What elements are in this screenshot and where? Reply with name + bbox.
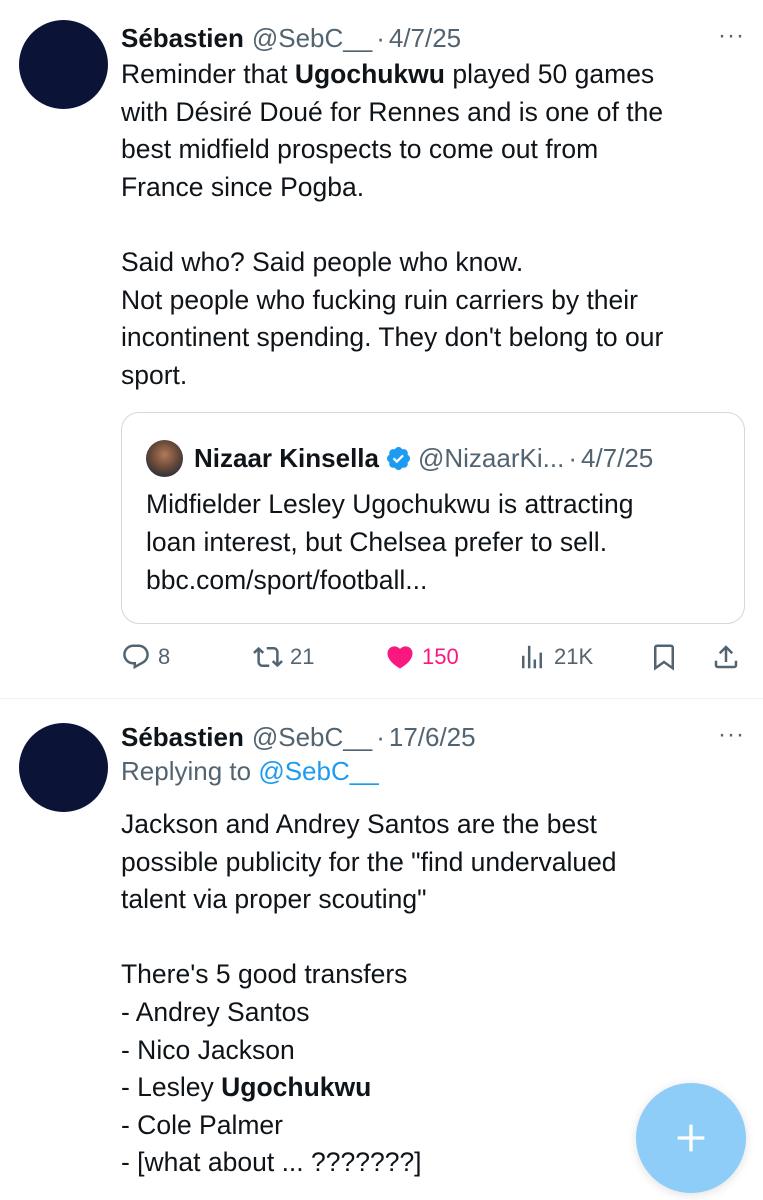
tweet-text-line (121, 919, 746, 957)
separator-dot: · (376, 721, 385, 752)
text-fragment: Reminder that (121, 59, 295, 89)
tweet-text-line: Jackson and Andrey Santos are the best (121, 809, 597, 839)
replying-prefix: Replying to (121, 756, 259, 786)
share-button[interactable] (711, 636, 741, 678)
retweet-count: 21 (290, 644, 315, 669)
heart-icon (387, 646, 413, 669)
tweet-text-line: - Andrey Santos (121, 996, 310, 1027)
tweet-actions: 8 21 150 21K (121, 636, 743, 678)
author-handle[interactable]: @SebC__ (252, 722, 372, 753)
bookmark-button[interactable] (649, 636, 679, 678)
compose-button[interactable] (636, 1083, 746, 1193)
tweet-text-line: talent via proper scouting" (121, 884, 427, 915)
more-options-icon[interactable]: ··· (718, 22, 745, 50)
highlighted-keyword: Ugochukwu (294, 59, 445, 89)
share-icon (714, 645, 738, 669)
highlighted-keyword: Ugochukwu (221, 1072, 372, 1103)
tweet-text-line: sport. (121, 359, 188, 390)
reply-icon (123, 644, 149, 670)
quote-author-handle: @NizaarKi... (417, 442, 565, 473)
quote-text-line: loan interest, but Chelsea prefer to sel… (146, 527, 608, 557)
author-handle[interactable]: @SebC__ (252, 23, 372, 54)
avatar[interactable] (19, 20, 108, 109)
text-fragment: - Lesley (121, 1072, 222, 1103)
tweet-text-line: best midfield prospects to come out from (121, 134, 599, 165)
more-options-icon[interactable]: ··· (718, 721, 745, 749)
retweet-icon (253, 646, 283, 668)
like-count: 150 (422, 644, 459, 669)
like-button[interactable]: 150 (385, 636, 459, 678)
tweet[interactable]: Sébastien @SebC__ · 4/7/25 ··· Reminder … (0, 0, 763, 699)
plus-icon (677, 1124, 705, 1152)
replying-to: Replying to @SebC__ (121, 756, 379, 787)
author-name[interactable]: Sébastien (121, 23, 244, 54)
reply-count: 8 (158, 644, 171, 669)
tweet-text-line: Reminder that Ugochukwu played 50 games (121, 56, 746, 94)
tweet-text-line: - Nico Jackson (121, 1034, 295, 1065)
tweet-text-line: with Désiré Doué for Rennes and is one o… (121, 96, 664, 127)
tweet-text-line: possible publicity for the "find underva… (121, 846, 617, 877)
verified-badge-icon (386, 446, 411, 470)
tweet-text-line (121, 206, 746, 244)
reply-button[interactable]: 8 (121, 636, 170, 678)
quoted-tweet[interactable]: Nizaar Kinsella @NizaarKi... · 4/7/25 Mi… (121, 412, 745, 624)
separator-dot: · (568, 442, 577, 473)
retweet-button[interactable]: 21 (253, 636, 314, 678)
tweet-header: Sébastien @SebC__ · 4/7/25 ··· (121, 20, 745, 56)
tweet-text-line: incontinent spending. They don't belong … (121, 322, 664, 353)
views-button[interactable]: 21K (517, 636, 593, 678)
quote-link[interactable]: bbc.com/sport/football... (146, 561, 736, 599)
quote-text: Midfielder Lesley Ugochukwu is attractin… (146, 485, 736, 599)
bookmark-icon (654, 644, 674, 671)
tweet-text-line: There's 5 good transfers (121, 959, 408, 990)
quote-date: 4/7/25 (580, 442, 654, 473)
tweet-text: Reminder that Ugochukwu played 50 games w… (121, 56, 746, 394)
quote-text-line: Midfielder Lesley Ugochukwu is attractin… (146, 489, 634, 519)
replying-mention[interactable]: @SebC__ (258, 756, 378, 786)
analytics-icon (522, 645, 542, 669)
tweet-text-line: France since Pogba. (121, 171, 365, 202)
quote-header: Nizaar Kinsella @NizaarKi... · 4/7/25 (146, 439, 730, 477)
text-fragment: played 50 games (444, 59, 655, 89)
quote-avatar (146, 439, 183, 477)
tweet-date[interactable]: 17/6/25 (389, 722, 476, 753)
avatar[interactable] (19, 723, 108, 812)
tweet-text-line: Not people who fucking ruin carriers by … (121, 284, 638, 315)
tweet-header: Sébastien @SebC__ · 17/6/25 ··· (121, 719, 745, 755)
quote-author-name: Nizaar Kinsella (194, 442, 379, 473)
views-count: 21K (554, 644, 594, 669)
separator-dot: · (376, 22, 385, 53)
tweet-text-line: Said who? Said people who know. (121, 246, 524, 277)
tweet-date[interactable]: 4/7/25 (389, 23, 461, 54)
author-name[interactable]: Sébastien (121, 722, 244, 753)
